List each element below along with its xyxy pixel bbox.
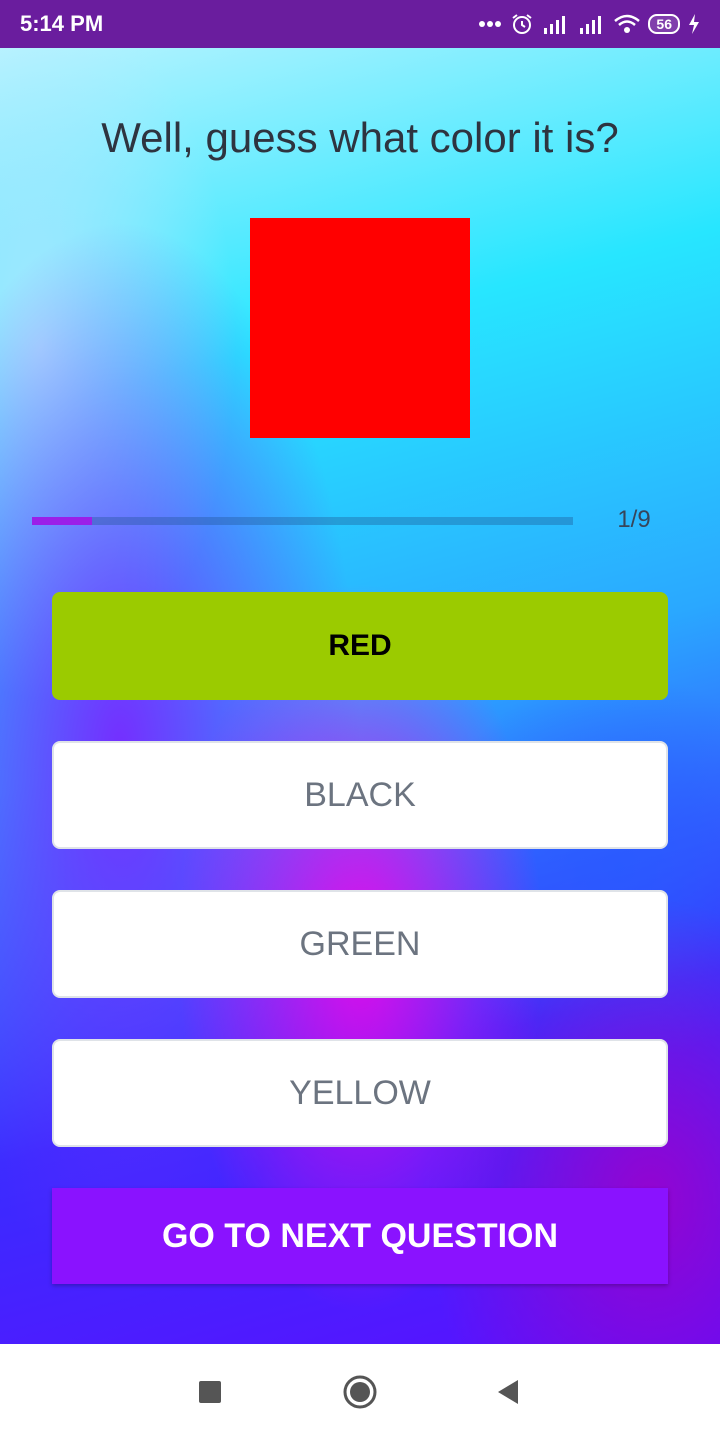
status-time: 5:14 PM — [20, 11, 104, 36]
progress-fill — [32, 517, 93, 525]
back-triangle-icon[interactable] — [490, 1374, 526, 1410]
status-icons: 56 — [478, 12, 700, 36]
question-text: Well, guess what color it is? — [101, 114, 619, 161]
signal-icon — [578, 14, 606, 34]
progress-bar — [32, 517, 573, 525]
more-dots-icon — [478, 20, 502, 28]
wifi-icon — [614, 14, 641, 34]
option-button-green[interactable]: GREEN — [52, 890, 668, 998]
progress-label: 1/9 — [617, 506, 651, 533]
quiz-screen: Well, guess what color it is? 1/9 RED BL… — [0, 48, 720, 1344]
signal-icon — [542, 14, 570, 34]
option-button-yellow[interactable]: YELLOW — [52, 1039, 668, 1147]
option-button-red[interactable]: RED — [52, 592, 668, 700]
alarm-icon — [510, 12, 534, 36]
option-button-black[interactable]: BLACK — [52, 741, 668, 849]
battery-icon: 56 — [648, 14, 680, 34]
status-bar: 5:14 PM 56 — [0, 0, 720, 48]
next-question-button[interactable]: GO TO NEXT QUESTION — [52, 1188, 668, 1284]
charging-icon — [688, 14, 700, 34]
navigation-bar — [0, 1344, 720, 1440]
recents-square-icon[interactable] — [192, 1374, 228, 1410]
color-swatch — [250, 218, 470, 438]
home-circle-icon[interactable] — [342, 1374, 378, 1410]
